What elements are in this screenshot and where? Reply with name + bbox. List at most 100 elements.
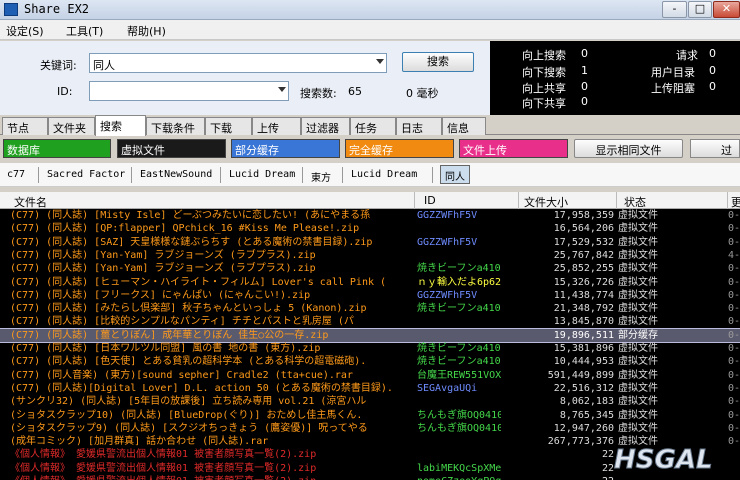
tag-item[interactable]: Sacred Factor xyxy=(47,169,125,180)
column-divider[interactable] xyxy=(616,192,617,209)
filter-partial-cache-button[interactable]: 部分缓存 xyxy=(231,139,340,158)
tab-folders[interactable]: 文件夹 xyxy=(48,117,95,135)
cell-id: SEGAvgaUQi xyxy=(417,382,478,394)
table-row[interactable]: (C77) (同人誌) [日本ワルツル同盟] 風の書 地の書 (東方).zip 焼… xyxy=(0,342,740,355)
filter-bar: 数据库 虚拟文件 部分缓存 完全缓存 文件上传 显示相同文件 过 xyxy=(0,136,740,162)
tag-item[interactable]: c77 xyxy=(7,169,25,180)
cell-id: 焼きビーフンa410 xyxy=(417,263,501,275)
cell-filename: (C77) (同人誌) [薑とりぼん] 成年華とりぼん 佳生○公の一存.zip xyxy=(10,329,329,341)
cell-extra: 0-0 xyxy=(728,289,740,301)
cell-size: 25,767,842 xyxy=(553,249,614,261)
table-row[interactable]: (C77) (同人誌) [比較的シンプルなパンティ] チチとパストと乳房屋 (パ… xyxy=(0,315,740,328)
cell-size: 15,326,726 xyxy=(553,276,614,288)
tab-info[interactable]: 信息 xyxy=(442,117,486,135)
cell-id: GGZZWFhF5V xyxy=(417,236,478,248)
menu-settings[interactable]: 设定(S) xyxy=(6,23,44,39)
table-row[interactable]: (C77) (同人誌) [色天使] とある貧乳の超科学本 (とある科学の超電磁砲… xyxy=(0,355,740,368)
cell-status: 虚拟文件 xyxy=(618,303,658,315)
tag-divider xyxy=(302,167,303,183)
cell-extra: 4-0 xyxy=(728,249,740,261)
stat-label: 用户目录 xyxy=(651,66,695,79)
tag-item[interactable]: 東方 xyxy=(311,169,331,184)
filter-full-cache-button[interactable]: 完全缓存 xyxy=(345,139,454,158)
table-row[interactable]: (C77) (同人誌)[Digital Lover] D.L. action 5… xyxy=(0,382,740,395)
cell-size: 8,765,345 xyxy=(559,409,614,421)
stat-value: 0 xyxy=(581,95,588,108)
result-count: 65 xyxy=(348,85,362,98)
column-header-size[interactable]: 文件大小 xyxy=(524,194,568,210)
tag-item[interactable]: Lucid Dream xyxy=(351,169,417,180)
cell-size: 12,947,260 xyxy=(553,422,614,434)
tab-upload[interactable]: 上传 xyxy=(252,117,301,135)
tab-download-conditions[interactable]: 下载条件 xyxy=(146,117,205,135)
column-header-name[interactable]: 文件名 xyxy=(14,194,47,210)
cell-size: 22 xyxy=(601,462,614,474)
overflow-button[interactable]: 过 xyxy=(690,139,740,158)
table-row[interactable]: (ショタスクラップ9) (同人誌) [スクジオちっきょう (鷹姿優)] 呪ってや… xyxy=(0,422,740,435)
cell-filename: (C77) (同人誌) [QP:flapper] QPchick_16 #Kis… xyxy=(10,223,360,235)
cell-extra: 0-0 xyxy=(728,223,740,235)
cell-size: 10,444,953 xyxy=(553,356,614,368)
minimize-button[interactable]: - xyxy=(662,1,687,18)
menu-tools[interactable]: 工具(T) xyxy=(66,23,103,39)
column-header-extra[interactable]: 更 xyxy=(731,194,740,210)
menu-help[interactable]: 帮助(H) xyxy=(127,23,166,39)
column-header-status[interactable]: 状态 xyxy=(624,194,646,210)
tag-bar: c77 Sacred Factor EastNewSound Lucid Dre… xyxy=(0,163,740,187)
tab-nodes[interactable]: 节点 xyxy=(2,117,48,135)
tab-filters[interactable]: 过滤器 xyxy=(301,117,350,135)
column-header-id[interactable]: ID xyxy=(424,194,436,207)
search-button[interactable]: 搜索 xyxy=(402,52,474,72)
chevron-down-icon[interactable] xyxy=(278,87,286,92)
id-label: ID: xyxy=(57,85,73,98)
table-row[interactable]: (C77) (同人誌) [Misty Isle] どーぶつみたいに恋したい! (… xyxy=(0,209,740,222)
tab-tasks[interactable]: 任务 xyxy=(350,117,396,135)
app-icon xyxy=(4,3,18,16)
chevron-down-icon[interactable] xyxy=(376,59,384,64)
cell-extra: 0-0 xyxy=(728,356,740,368)
filter-virtual-file-button[interactable]: 虚拟文件 xyxy=(117,139,226,158)
cell-extra: 0-0 xyxy=(728,422,740,434)
tab-download[interactable]: 下载 xyxy=(205,117,252,135)
cell-status: 虚拟文件 xyxy=(618,343,658,354)
cell-status: 虚拟文件 xyxy=(618,223,658,235)
title-bar[interactable]: Share EX2 - □ ✕ xyxy=(0,0,740,20)
table-row[interactable]: (C77) (同人音楽) (東方)[sound sepher] Cradle2 … xyxy=(0,369,740,382)
tag-item-active[interactable]: 同人 xyxy=(440,165,470,184)
maximize-button[interactable]: □ xyxy=(688,1,712,18)
tab-log[interactable]: 日志 xyxy=(396,117,442,135)
column-divider[interactable] xyxy=(414,192,415,209)
cell-id: labiMEKQcSpXMe xyxy=(417,462,501,474)
table-row[interactable]: (C77) (同人誌) [ヒューマン・ハイライト・フィルム] Lover's c… xyxy=(0,276,740,289)
table-row-selected[interactable]: (C77) (同人誌) [薑とりぼん] 成年華とりぼん 佳生○公の一存.zip 1… xyxy=(0,327,740,344)
cell-extra: 0-0 xyxy=(728,369,740,381)
stats-panel: 向上搜索 0 向下搜索 1 向上共享 0 向下共享 0 请求 0 用户目录 0 … xyxy=(490,41,740,115)
column-divider[interactable] xyxy=(518,192,519,209)
cell-id: 焼きビーフンa410 xyxy=(417,303,501,315)
id-input[interactable] xyxy=(89,81,289,101)
cell-id: ちんもぎ旗OQ0410 xyxy=(417,409,501,421)
filter-upload-button[interactable]: 文件上传 xyxy=(459,139,568,158)
cell-extra: 0-0 xyxy=(728,263,740,275)
close-button[interactable]: ✕ xyxy=(713,1,740,18)
show-same-files-button[interactable]: 显示相同文件 xyxy=(574,139,683,158)
table-row[interactable]: (C77) (同人誌) [QP:flapper] QPchick_16 #Kis… xyxy=(0,222,740,235)
cell-size: 22 xyxy=(601,449,614,461)
table-row[interactable]: (C77) (同人誌) [Yan-Yam] ラブジョーンズ (ラブプラス).zi… xyxy=(0,249,740,262)
table-row[interactable]: (C77) (同人誌) [みたらし倶楽部] 秋子ちゃんといっしょ 5 (Kano… xyxy=(0,302,740,315)
stat-value: 1 xyxy=(581,64,588,77)
column-divider[interactable] xyxy=(727,192,728,209)
tag-item[interactable]: EastNewSound xyxy=(140,169,212,180)
tag-item[interactable]: Lucid Dream xyxy=(229,169,295,180)
table-row[interactable]: (C77) (同人誌) [SAZ] 天皇様様な鏈ぶらちす (とある魔術の禁書目録… xyxy=(0,236,740,249)
table-row[interactable]: (ショタスクラップ10) (同人誌) [BlueDrop(ぐり)] おためし佳主… xyxy=(0,409,740,422)
keyword-input[interactable]: 同人 xyxy=(89,53,387,73)
cell-extra: 0-0 xyxy=(728,329,740,341)
filter-database-button[interactable]: 数据库 xyxy=(3,139,111,158)
stat-label: 向上搜索 xyxy=(522,49,566,62)
tag-divider xyxy=(220,167,221,183)
table-row[interactable]: (C77) (同人誌) [Yan-Yam] ラブジョーンズ (ラブプラス).zi… xyxy=(0,262,740,275)
tab-search[interactable]: 搜索 xyxy=(95,115,146,136)
table-row[interactable]: (C77) (同人誌) [フリークス] にゃんぱい (にゃんこい!).zip GG… xyxy=(0,289,740,302)
table-row[interactable]: (サンクリ32) (同人誌) [5年目の放課後] 立ち読み専用 vol.21 (… xyxy=(0,395,740,408)
